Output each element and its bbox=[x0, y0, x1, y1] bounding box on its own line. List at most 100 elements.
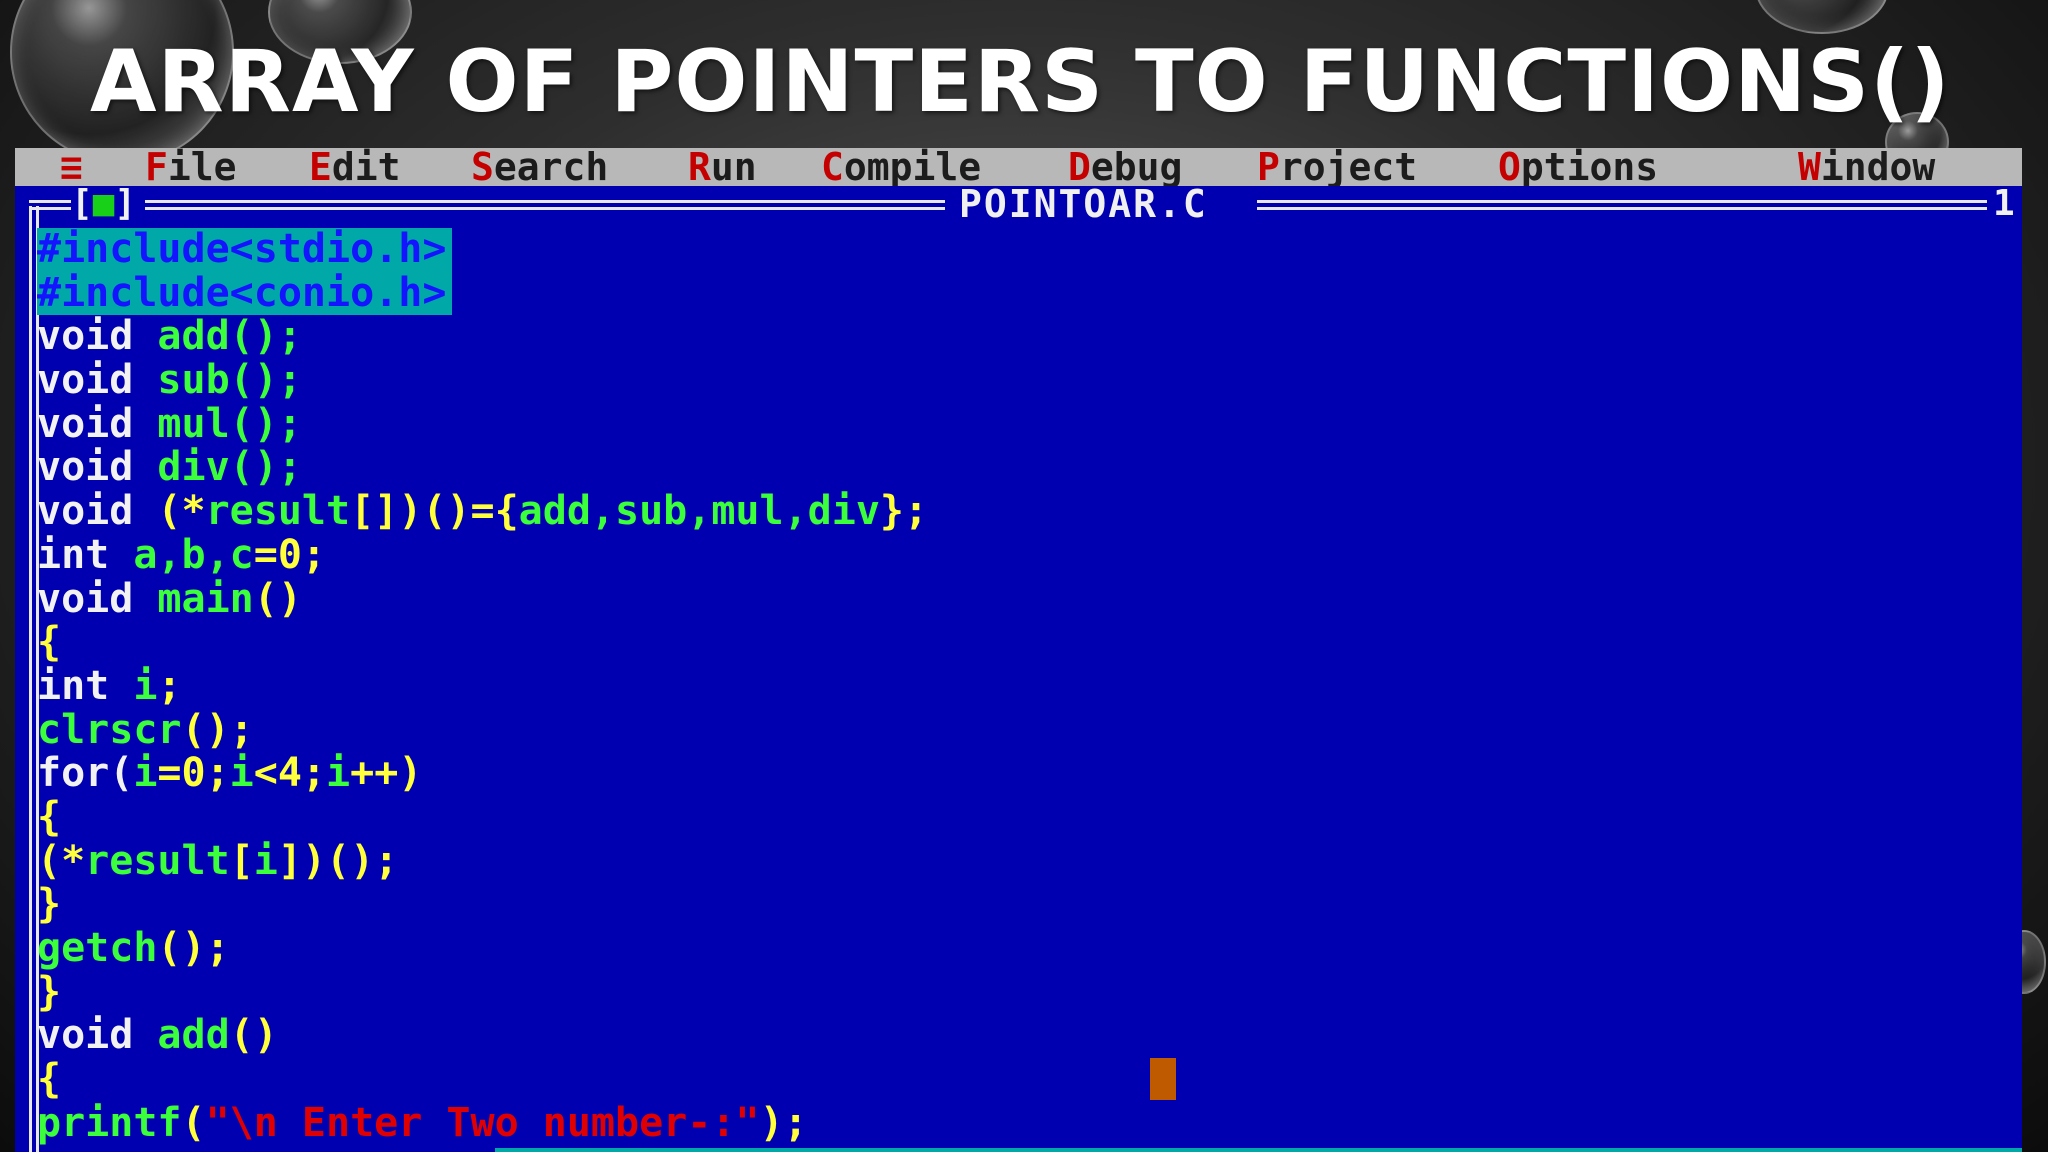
menu-hotkey: P bbox=[1257, 148, 1280, 189]
identifier: main bbox=[157, 575, 254, 622]
brace: { bbox=[37, 619, 62, 666]
selected-text: #include<conio.h> bbox=[37, 271, 453, 316]
keyword: void bbox=[37, 357, 158, 404]
operator: (* bbox=[37, 837, 86, 884]
operator: ++) bbox=[350, 750, 423, 797]
code-line: clrscr(); bbox=[37, 706, 2012, 753]
code-line: (*result[i])(); bbox=[37, 837, 2012, 884]
menu-hotkey: W bbox=[1798, 148, 1821, 189]
menu-hotkey: S bbox=[471, 148, 494, 189]
menu-label: dit bbox=[331, 148, 401, 189]
menu-label: ptions bbox=[1520, 148, 1659, 189]
operator: [ bbox=[229, 837, 254, 884]
code-line: void add() bbox=[37, 1014, 2012, 1058]
close-box-icon: ■ bbox=[92, 183, 115, 224]
code-line: void (*result[])()={add,sub,mul,div}; bbox=[37, 488, 2012, 535]
operator: () bbox=[253, 575, 302, 622]
menu-debug[interactable]: Debug bbox=[1068, 148, 1182, 186]
identifier: i bbox=[133, 662, 158, 709]
operator: (* bbox=[157, 488, 206, 535]
turbo-c-ide-window: ≡ File Edit Search Run Compile Debug Pro… bbox=[15, 148, 2022, 1152]
code-line: void mul(); bbox=[37, 400, 2012, 447]
code-line: int a,b,c=0; bbox=[37, 531, 2012, 578]
brace: { bbox=[37, 793, 62, 840]
code-line: { bbox=[37, 1056, 2012, 1103]
text-cursor bbox=[1150, 1058, 1176, 1100]
code-line: for(i=0;i<4;i++) bbox=[37, 750, 2012, 797]
menu-hotkey: R bbox=[688, 148, 711, 189]
slide-title: ARRAY OF POINTERS TO FUNCTIONS() bbox=[90, 32, 1951, 132]
menu-label: indow bbox=[1820, 148, 1936, 189]
identifier: result bbox=[85, 837, 230, 884]
operator: =0; bbox=[253, 531, 326, 578]
code-line: } bbox=[37, 881, 2012, 928]
operator: ; bbox=[157, 662, 182, 709]
menu-file[interactable]: File bbox=[145, 148, 237, 186]
menu-label: earch bbox=[493, 148, 609, 189]
code-line: #include<conio.h> bbox=[37, 271, 2012, 316]
window-number: 1 bbox=[1993, 183, 2015, 224]
menu-compile[interactable]: Compile bbox=[821, 148, 981, 186]
code-line: printf("\n Enter Two number-:"); bbox=[37, 1099, 2012, 1146]
identifier: clrscr bbox=[37, 706, 182, 753]
window-frame-top bbox=[1257, 200, 1987, 210]
keyword: void bbox=[37, 400, 158, 447]
identifier: i bbox=[253, 837, 278, 884]
identifier: i bbox=[229, 750, 254, 797]
operator: }; bbox=[879, 488, 929, 535]
identifier: add,sub,mul,div bbox=[518, 488, 880, 535]
code-line: { bbox=[37, 619, 2012, 666]
keyword: for( bbox=[37, 750, 134, 797]
selected-text: #include<stdio.h> bbox=[37, 227, 453, 272]
menu-hotkey: C bbox=[821, 148, 844, 189]
operator: () bbox=[229, 1012, 278, 1059]
identifier: add bbox=[157, 1012, 230, 1059]
menu-bar: ≡ File Edit Search Run Compile Debug Pro… bbox=[15, 148, 2022, 186]
editor-window[interactable]: [■] POINTOAR.C 1 #include<stdio.h> #incl… bbox=[15, 183, 2022, 1152]
code-line: void add(); bbox=[37, 315, 2012, 359]
identifier: sub(); bbox=[157, 357, 302, 404]
menu-hotkey: E bbox=[309, 148, 332, 189]
code-line: void sub(); bbox=[37, 357, 2012, 404]
operator: [])()={ bbox=[350, 488, 519, 535]
operator: ); bbox=[759, 1099, 808, 1146]
identifier: getch bbox=[37, 925, 158, 971]
window-frame-top bbox=[145, 200, 945, 210]
code-line: #include<stdio.h> bbox=[37, 227, 2012, 272]
close-box-bracket: ] bbox=[114, 183, 137, 224]
window-close-box[interactable]: [■] bbox=[71, 186, 136, 222]
code-line: void div(); bbox=[37, 446, 2012, 490]
keyword: void bbox=[37, 488, 158, 535]
identifier: printf bbox=[37, 1099, 182, 1146]
brace: } bbox=[37, 968, 62, 1015]
menu-run[interactable]: Run bbox=[688, 148, 757, 186]
status-strip bbox=[495, 1148, 2022, 1152]
menu-options[interactable]: Options bbox=[1498, 148, 1658, 186]
brace: { bbox=[37, 1056, 62, 1103]
identifier: result bbox=[205, 488, 351, 535]
menu-window[interactable]: Window bbox=[1798, 148, 1935, 186]
code-line: } bbox=[37, 968, 2012, 1015]
close-box-bracket: [ bbox=[71, 183, 93, 224]
code-area[interactable]: #include<stdio.h> #include<conio.h> void… bbox=[37, 227, 2012, 1146]
identifier: div(); bbox=[157, 444, 302, 491]
keyword: int bbox=[37, 662, 134, 709]
keyword: void bbox=[37, 444, 158, 491]
identifier: i bbox=[133, 750, 158, 797]
identifier: mul(); bbox=[157, 400, 302, 447]
operator: ])(); bbox=[277, 837, 399, 884]
system-menu-icon[interactable]: ≡ bbox=[60, 148, 83, 186]
menu-hotkey: O bbox=[1498, 148, 1521, 189]
menu-project[interactable]: Project bbox=[1257, 148, 1417, 186]
string-literal: "\n Enter Two number-:" bbox=[205, 1099, 760, 1146]
menu-hotkey: F bbox=[145, 148, 168, 189]
identifier: i bbox=[326, 750, 351, 797]
menu-edit[interactable]: Edit bbox=[309, 148, 401, 186]
keyword: int bbox=[37, 531, 134, 578]
brace: } bbox=[37, 881, 62, 928]
menu-search[interactable]: Search bbox=[471, 148, 608, 186]
menu-label: roject bbox=[1279, 148, 1418, 189]
bubble-decoration bbox=[1755, 0, 1889, 34]
keyword: void bbox=[37, 313, 158, 360]
keyword: void bbox=[37, 575, 158, 622]
